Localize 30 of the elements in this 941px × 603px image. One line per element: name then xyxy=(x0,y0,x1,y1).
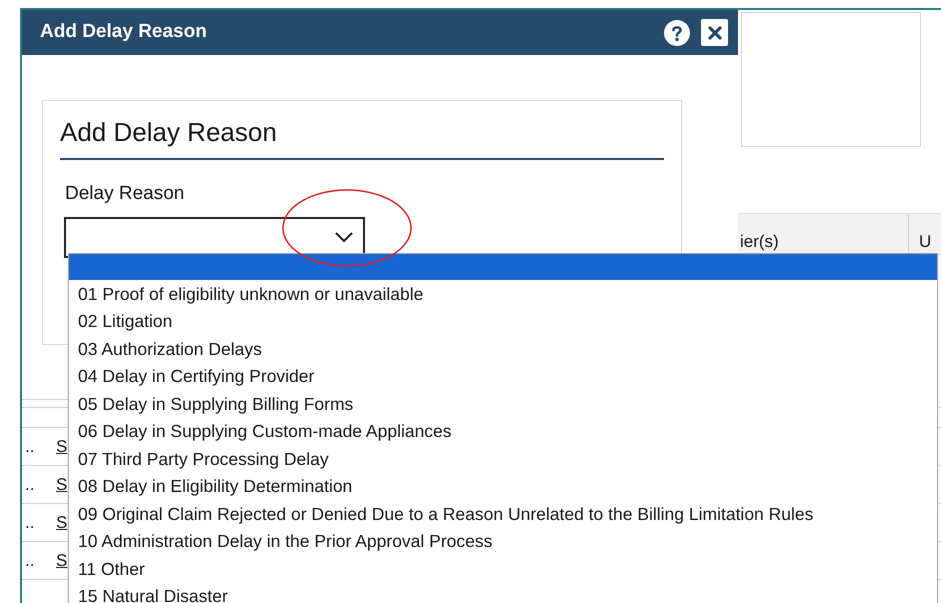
dropdown-option[interactable]: 03 Authorization Delays xyxy=(69,335,937,362)
dropdown-option[interactable]: 15 Natural Disaster xyxy=(69,582,937,603)
table-cell-text: .. xyxy=(24,550,36,572)
dropdown-option[interactable]: 10 Administration Delay in the Prior Approval Process xyxy=(69,528,937,555)
table-cell-text: .. xyxy=(24,436,36,458)
field-label: Delay Reason xyxy=(65,182,186,206)
column-header: ier(s) xyxy=(739,231,780,253)
dropdown-option[interactable]: 06 Delay in Supplying Custom-made Appliances xyxy=(69,418,937,445)
close-icon xyxy=(708,26,722,40)
dropdown-option[interactable]: 07 Third Party Processing Delay xyxy=(69,445,937,472)
delay-reason-select[interactable] xyxy=(64,216,365,258)
chevron-down-icon xyxy=(335,232,353,242)
table-cell-text: .. xyxy=(24,474,36,496)
row-link[interactable]: S xyxy=(56,548,68,574)
help-icon xyxy=(663,18,691,46)
dropdown-option[interactable]: 08 Delay in Eligibility Determination xyxy=(69,472,937,500)
row-link[interactable]: S xyxy=(56,510,68,536)
row-link[interactable]: S xyxy=(56,434,68,460)
dropdown-option[interactable]: 09 Original Claim Rejected or Denied Due to a Reason Unrelated to the Billing Limitation Rules xyxy=(69,500,937,528)
dropdown-option[interactable]: 01 Proof of eligibility unknown or unavailable xyxy=(69,280,937,308)
close-button[interactable] xyxy=(701,19,728,46)
dropdown-option[interactable]: 02 Litigation xyxy=(69,308,937,335)
panel-title: Add Delay Reason xyxy=(60,113,664,160)
table-cell-text: .. xyxy=(24,512,36,534)
dropdown-option[interactable]: 05 Delay in Supplying Billing Forms xyxy=(69,390,937,418)
help-button[interactable] xyxy=(663,18,691,46)
dropdown-option[interactable]: 11 Other xyxy=(69,555,937,582)
dialog-title: Add Delay Reason xyxy=(40,20,208,44)
dropdown-option[interactable]: 04 Delay in Certifying Provider xyxy=(69,362,937,390)
row-link[interactable]: S xyxy=(56,472,68,498)
